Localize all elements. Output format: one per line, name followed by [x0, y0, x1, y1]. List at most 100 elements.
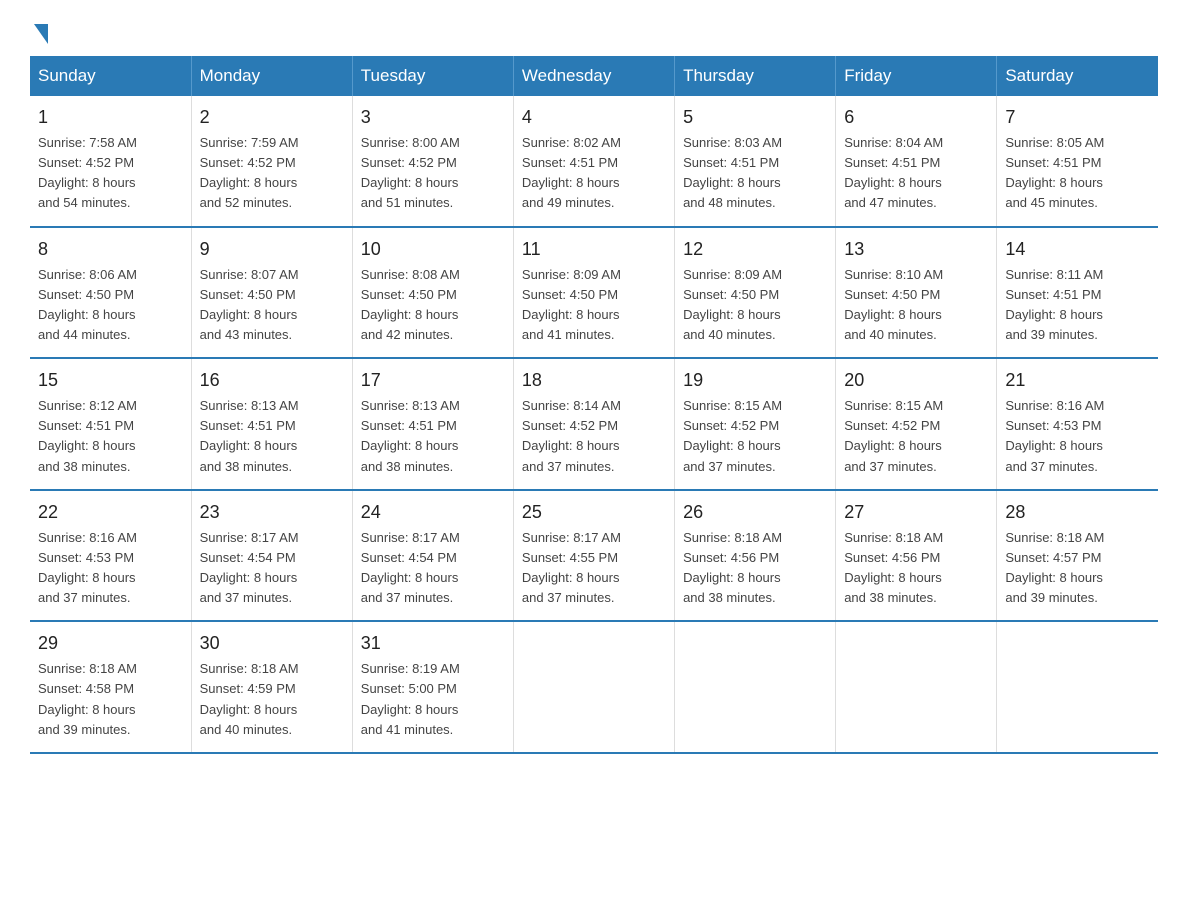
day-number: 21 — [1005, 367, 1150, 394]
day-info: Sunrise: 8:05 AMSunset: 4:51 PMDaylight:… — [1005, 133, 1150, 214]
day-cell: 17Sunrise: 8:13 AMSunset: 4:51 PMDayligh… — [352, 358, 513, 490]
day-info: Sunrise: 8:09 AMSunset: 4:50 PMDaylight:… — [522, 265, 666, 346]
day-info: Sunrise: 8:15 AMSunset: 4:52 PMDaylight:… — [844, 396, 988, 477]
day-cell: 23Sunrise: 8:17 AMSunset: 4:54 PMDayligh… — [191, 490, 352, 622]
day-cell: 20Sunrise: 8:15 AMSunset: 4:52 PMDayligh… — [836, 358, 997, 490]
day-number: 29 — [38, 630, 183, 657]
day-cell: 1Sunrise: 7:58 AMSunset: 4:52 PMDaylight… — [30, 96, 191, 227]
day-number: 8 — [38, 236, 183, 263]
col-header-sunday: Sunday — [30, 56, 191, 96]
day-cell: 24Sunrise: 8:17 AMSunset: 4:54 PMDayligh… — [352, 490, 513, 622]
day-info: Sunrise: 8:06 AMSunset: 4:50 PMDaylight:… — [38, 265, 183, 346]
day-info: Sunrise: 8:13 AMSunset: 4:51 PMDaylight:… — [361, 396, 505, 477]
day-cell: 22Sunrise: 8:16 AMSunset: 4:53 PMDayligh… — [30, 490, 191, 622]
col-header-tuesday: Tuesday — [352, 56, 513, 96]
day-info: Sunrise: 8:16 AMSunset: 4:53 PMDaylight:… — [1005, 396, 1150, 477]
day-number: 3 — [361, 104, 505, 131]
day-cell: 19Sunrise: 8:15 AMSunset: 4:52 PMDayligh… — [675, 358, 836, 490]
logo-arrow-icon — [34, 24, 48, 44]
day-cell: 6Sunrise: 8:04 AMSunset: 4:51 PMDaylight… — [836, 96, 997, 227]
logo — [30, 20, 48, 40]
day-number: 30 — [200, 630, 344, 657]
day-cell — [997, 621, 1158, 753]
logo-text — [30, 20, 48, 44]
day-number: 10 — [361, 236, 505, 263]
day-info: Sunrise: 8:04 AMSunset: 4:51 PMDaylight:… — [844, 133, 988, 214]
day-info: Sunrise: 8:02 AMSunset: 4:51 PMDaylight:… — [522, 133, 666, 214]
day-info: Sunrise: 8:07 AMSunset: 4:50 PMDaylight:… — [200, 265, 344, 346]
header-row: SundayMondayTuesdayWednesdayThursdayFrid… — [30, 56, 1158, 96]
day-info: Sunrise: 8:15 AMSunset: 4:52 PMDaylight:… — [683, 396, 827, 477]
day-cell: 9Sunrise: 8:07 AMSunset: 4:50 PMDaylight… — [191, 227, 352, 359]
day-cell: 11Sunrise: 8:09 AMSunset: 4:50 PMDayligh… — [513, 227, 674, 359]
day-number: 27 — [844, 499, 988, 526]
col-header-friday: Friday — [836, 56, 997, 96]
day-number: 6 — [844, 104, 988, 131]
day-number: 9 — [200, 236, 344, 263]
day-number: 4 — [522, 104, 666, 131]
day-info: Sunrise: 8:09 AMSunset: 4:50 PMDaylight:… — [683, 265, 827, 346]
header — [30, 20, 1158, 40]
day-info: Sunrise: 7:58 AMSunset: 4:52 PMDaylight:… — [38, 133, 183, 214]
day-cell: 2Sunrise: 7:59 AMSunset: 4:52 PMDaylight… — [191, 96, 352, 227]
day-cell: 26Sunrise: 8:18 AMSunset: 4:56 PMDayligh… — [675, 490, 836, 622]
week-row-4: 22Sunrise: 8:16 AMSunset: 4:53 PMDayligh… — [30, 490, 1158, 622]
week-row-1: 1Sunrise: 7:58 AMSunset: 4:52 PMDaylight… — [30, 96, 1158, 227]
day-number: 13 — [844, 236, 988, 263]
page: SundayMondayTuesdayWednesdayThursdayFrid… — [0, 0, 1188, 774]
week-row-2: 8Sunrise: 8:06 AMSunset: 4:50 PMDaylight… — [30, 227, 1158, 359]
day-number: 17 — [361, 367, 505, 394]
day-number: 15 — [38, 367, 183, 394]
day-info: Sunrise: 7:59 AMSunset: 4:52 PMDaylight:… — [200, 133, 344, 214]
day-cell: 4Sunrise: 8:02 AMSunset: 4:51 PMDaylight… — [513, 96, 674, 227]
day-cell: 7Sunrise: 8:05 AMSunset: 4:51 PMDaylight… — [997, 96, 1158, 227]
day-cell: 30Sunrise: 8:18 AMSunset: 4:59 PMDayligh… — [191, 621, 352, 753]
day-info: Sunrise: 8:17 AMSunset: 4:55 PMDaylight:… — [522, 528, 666, 609]
day-info: Sunrise: 8:17 AMSunset: 4:54 PMDaylight:… — [200, 528, 344, 609]
day-cell: 31Sunrise: 8:19 AMSunset: 5:00 PMDayligh… — [352, 621, 513, 753]
day-info: Sunrise: 8:18 AMSunset: 4:56 PMDaylight:… — [844, 528, 988, 609]
day-info: Sunrise: 8:12 AMSunset: 4:51 PMDaylight:… — [38, 396, 183, 477]
day-cell: 3Sunrise: 8:00 AMSunset: 4:52 PMDaylight… — [352, 96, 513, 227]
col-header-wednesday: Wednesday — [513, 56, 674, 96]
day-cell: 16Sunrise: 8:13 AMSunset: 4:51 PMDayligh… — [191, 358, 352, 490]
day-number: 12 — [683, 236, 827, 263]
day-info: Sunrise: 8:19 AMSunset: 5:00 PMDaylight:… — [361, 659, 505, 740]
day-cell: 25Sunrise: 8:17 AMSunset: 4:55 PMDayligh… — [513, 490, 674, 622]
day-cell — [836, 621, 997, 753]
day-number: 14 — [1005, 236, 1150, 263]
day-number: 25 — [522, 499, 666, 526]
day-number: 23 — [200, 499, 344, 526]
day-cell — [675, 621, 836, 753]
day-number: 11 — [522, 236, 666, 263]
calendar-table: SundayMondayTuesdayWednesdayThursdayFrid… — [30, 56, 1158, 754]
day-cell: 21Sunrise: 8:16 AMSunset: 4:53 PMDayligh… — [997, 358, 1158, 490]
day-cell: 10Sunrise: 8:08 AMSunset: 4:50 PMDayligh… — [352, 227, 513, 359]
day-cell — [513, 621, 674, 753]
day-number: 22 — [38, 499, 183, 526]
day-number: 24 — [361, 499, 505, 526]
day-number: 26 — [683, 499, 827, 526]
col-header-saturday: Saturday — [997, 56, 1158, 96]
day-number: 28 — [1005, 499, 1150, 526]
day-number: 16 — [200, 367, 344, 394]
day-number: 7 — [1005, 104, 1150, 131]
day-info: Sunrise: 8:16 AMSunset: 4:53 PMDaylight:… — [38, 528, 183, 609]
day-cell: 15Sunrise: 8:12 AMSunset: 4:51 PMDayligh… — [30, 358, 191, 490]
day-number: 18 — [522, 367, 666, 394]
day-cell: 12Sunrise: 8:09 AMSunset: 4:50 PMDayligh… — [675, 227, 836, 359]
day-info: Sunrise: 8:11 AMSunset: 4:51 PMDaylight:… — [1005, 265, 1150, 346]
day-cell: 14Sunrise: 8:11 AMSunset: 4:51 PMDayligh… — [997, 227, 1158, 359]
week-row-3: 15Sunrise: 8:12 AMSunset: 4:51 PMDayligh… — [30, 358, 1158, 490]
day-info: Sunrise: 8:18 AMSunset: 4:57 PMDaylight:… — [1005, 528, 1150, 609]
day-info: Sunrise: 8:18 AMSunset: 4:59 PMDaylight:… — [200, 659, 344, 740]
day-info: Sunrise: 8:14 AMSunset: 4:52 PMDaylight:… — [522, 396, 666, 477]
day-info: Sunrise: 8:10 AMSunset: 4:50 PMDaylight:… — [844, 265, 988, 346]
day-number: 2 — [200, 104, 344, 131]
day-number: 1 — [38, 104, 183, 131]
day-number: 31 — [361, 630, 505, 657]
day-info: Sunrise: 8:17 AMSunset: 4:54 PMDaylight:… — [361, 528, 505, 609]
day-number: 20 — [844, 367, 988, 394]
day-number: 19 — [683, 367, 827, 394]
day-info: Sunrise: 8:18 AMSunset: 4:56 PMDaylight:… — [683, 528, 827, 609]
